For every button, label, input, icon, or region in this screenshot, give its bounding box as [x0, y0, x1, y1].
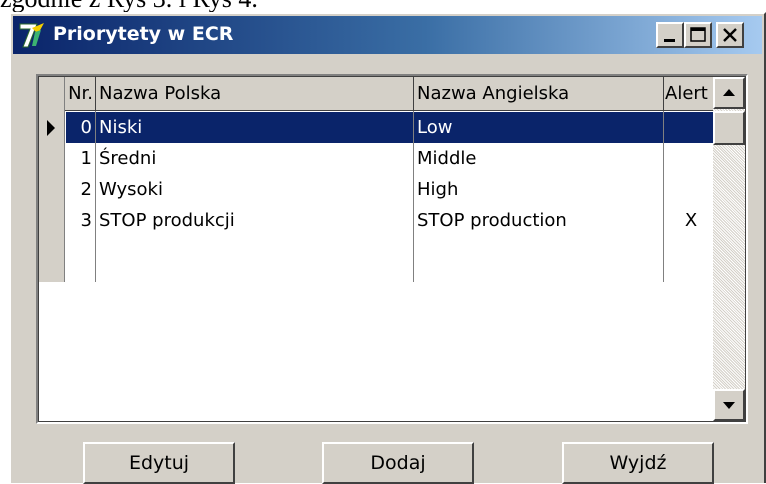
- scroll-down-button[interactable]: [713, 389, 745, 421]
- cell-english-name: Middle: [417, 148, 477, 169]
- column-header-alert[interactable]: Alert: [664, 77, 719, 111]
- table-row[interactable]: 2 Wysoki High: [39, 174, 719, 205]
- table-row[interactable]: 1 Średni Middle: [39, 143, 719, 174]
- column-header-english-name[interactable]: Nazwa Angielska: [414, 77, 664, 111]
- minimize-button[interactable]: [656, 22, 684, 48]
- cell-polish-name: STOP produkcji: [99, 210, 235, 231]
- table-row[interactable]: 3 STOP produkcji STOP production X: [39, 205, 719, 236]
- column-header-nr[interactable]: Nr.: [65, 77, 96, 111]
- maximize-button[interactable]: [684, 22, 712, 48]
- cell-nr: 3: [80, 210, 92, 231]
- column-header-polish-name[interactable]: Nazwa Polska: [96, 77, 414, 111]
- app-icon: [19, 23, 44, 48]
- cell-polish-name: Średni: [99, 148, 157, 169]
- cell-english-name: Low: [414, 112, 663, 143]
- table-row[interactable]: 0 Niski Low: [39, 112, 719, 143]
- cell-nr: 0: [66, 112, 95, 143]
- arrow-up-icon: [723, 89, 735, 96]
- priorities-window: Priorytety w ECR Nr. Nazwa Polska Nazwa …: [9, 12, 766, 484]
- scroll-up-button[interactable]: [713, 77, 745, 109]
- cell-alert: [664, 112, 718, 143]
- close-button[interactable]: [716, 22, 744, 48]
- maximize-icon: [690, 27, 706, 42]
- cell-nr: 1: [80, 148, 92, 169]
- scroll-thumb[interactable]: [713, 111, 745, 145]
- cell-polish-name: Niski: [96, 112, 413, 143]
- vertical-scrollbar[interactable]: [713, 77, 745, 421]
- priorities-grid[interactable]: Nr. Nazwa Polska Nazwa Angielska Alert 0…: [36, 74, 748, 424]
- minimize-icon: [664, 39, 675, 42]
- add-button[interactable]: Dodaj: [322, 442, 474, 484]
- current-row-arrow-icon: [47, 120, 55, 136]
- cell-english-name: High: [417, 179, 459, 200]
- window-title: Priorytety w ECR: [53, 23, 234, 45]
- arrow-down-icon: [723, 402, 735, 409]
- edit-button[interactable]: Edytuj: [83, 442, 235, 484]
- cell-polish-name: Wysoki: [99, 179, 163, 200]
- cell-alert: X: [684, 210, 698, 231]
- title-bar[interactable]: Priorytety w ECR: [13, 16, 762, 54]
- exit-button[interactable]: Wyjdź: [562, 442, 714, 484]
- close-icon: [723, 28, 737, 42]
- cell-alert: [664, 174, 718, 205]
- cell-nr: 2: [80, 179, 92, 200]
- cell-alert: [664, 143, 718, 174]
- cell-english-name: STOP production: [417, 210, 567, 231]
